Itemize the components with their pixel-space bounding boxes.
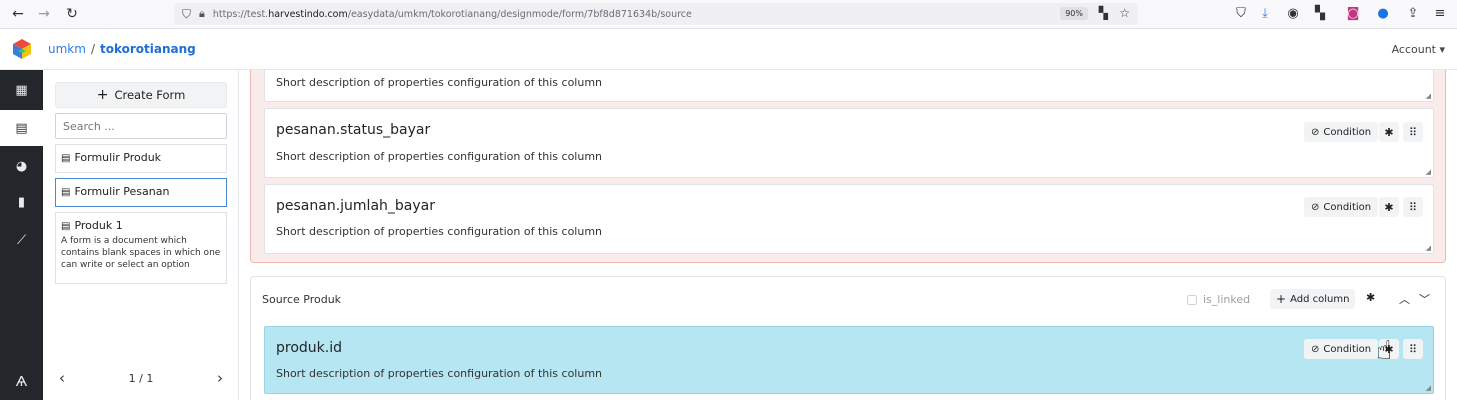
form-sidebar: + Create Form ▤Formulir Produk ▤Formulir… [43, 70, 239, 400]
lock-icon: 🔒︎ [199, 7, 205, 20]
resize-grip-icon[interactable]: ◢ [1426, 244, 1431, 252]
chevron-down-icon[interactable]: ﹀ [1419, 291, 1430, 307]
download-icon[interactable]: ⤓ [1256, 6, 1274, 21]
form-list-icon: ▤ [61, 153, 71, 164]
breadcrumb: umkm / tokorotianang [48, 42, 196, 56]
drag-handle-icon[interactable]: ⠿ [1403, 122, 1423, 142]
column-description: Short description of properties configur… [276, 225, 603, 238]
search-input[interactable] [55, 113, 227, 139]
next-page-button[interactable]: › [217, 369, 223, 387]
column-description: Short description of properties configur… [276, 76, 603, 89]
column-card[interactable]: produk.id Short description of propertie… [264, 326, 1434, 394]
page-indicator: 1 / 1 [128, 371, 154, 385]
is-linked-label: is_linked [1203, 293, 1251, 306]
column-card[interactable]: Short description of properties configur… [264, 70, 1434, 102]
main-content: Short description of properties configur… [240, 70, 1457, 400]
check-circle-icon: ⊘ [1311, 201, 1320, 213]
column-name: pesanan.status_bayar [276, 122, 431, 138]
checkbox-box[interactable] [1187, 294, 1197, 305]
form-title: Produk 1 [74, 219, 123, 232]
grid-icon[interactable]: ▚ [1311, 6, 1329, 21]
form-icon[interactable]: ▤ [0, 110, 43, 146]
pocket-icon[interactable]: ⛉ [1232, 6, 1250, 21]
shield-icon: ⛉ [182, 6, 192, 21]
condition-button[interactable]: ⊘ Condition [1304, 122, 1379, 142]
account-menu[interactable]: Account ▾ [1392, 43, 1445, 56]
breadcrumb-org-link[interactable]: umkm [48, 42, 86, 56]
column-description: Short description of properties configur… [276, 150, 603, 163]
check-circle-icon: ⊘ [1311, 343, 1320, 355]
column-description: Short description of properties configur… [276, 367, 603, 380]
gear-icon[interactable]: ✱ [1379, 122, 1399, 142]
form-title: Formulir Pesanan [74, 185, 170, 198]
app-logo-icon[interactable] [12, 38, 32, 60]
menu-icon[interactable]: ≡ [1431, 6, 1449, 21]
url-bar[interactable]: ⛉ 🔒︎ https://test.harvestindo.com/easyda… [174, 3, 1138, 25]
back-icon[interactable]: ← [7, 3, 29, 25]
plus-icon: + [96, 87, 109, 103]
form-list-icon: ▤ [61, 221, 71, 232]
add-column-label: Add column [1290, 293, 1350, 305]
resize-grip-icon[interactable]: ◢ [1426, 384, 1431, 392]
browser-toolbar: ← → ↻ ⛉ 🔒︎ https://test.harvestindo.com/… [0, 0, 1457, 29]
drag-handle-icon[interactable]: ⠿ [1403, 339, 1423, 359]
condition-button[interactable]: ⊘ Condition [1304, 197, 1379, 217]
hand-cursor-icon: ☝ [1376, 336, 1392, 366]
extension-icon[interactable]: ▚ [1099, 6, 1108, 20]
form-list-item[interactable]: ▤ Produk 1 A form is a document which con… [55, 212, 227, 284]
column-name: produk.id [276, 340, 342, 356]
settings-tools-icon[interactable]: Ѧ [0, 364, 43, 400]
is-linked-checkbox[interactable]: is_linked [1187, 293, 1250, 306]
bookmark-star-icon[interactable]: ☆ [1119, 6, 1130, 20]
check-circle-icon: ⊘ [1311, 126, 1320, 138]
pagination: ‹ 1 / 1 › [55, 368, 227, 388]
form-list-item[interactable]: ▤ Formulir Pesanan [55, 178, 227, 207]
condition-button[interactable]: ⊘ Condition [1304, 339, 1379, 359]
plus-icon: + [1276, 292, 1287, 306]
zoom-badge[interactable]: 90% [1060, 7, 1088, 20]
form-description: A form is a document which contains blan… [61, 236, 221, 270]
condition-label: Condition [1323, 201, 1372, 213]
resize-grip-icon[interactable]: ◢ [1426, 168, 1431, 176]
source-title: Source Produk [262, 293, 342, 306]
drag-handle-icon[interactable]: ⠿ [1403, 197, 1423, 217]
add-column-button[interactable]: + Add column [1270, 289, 1356, 309]
form-list-icon: ▤ [61, 187, 71, 198]
breadcrumb-separator: / [90, 42, 95, 56]
column-name: pesanan.jumlah_bayar [276, 198, 435, 214]
breadcrumb-app-link[interactable]: tokorotianang [100, 42, 196, 56]
share-icon[interactable]: ⇪ [1404, 6, 1422, 21]
line-chart-icon[interactable]: ⟋ [0, 222, 43, 258]
create-form-label: Create Form [114, 88, 186, 102]
table-icon[interactable]: ▦ [0, 72, 43, 108]
url-text: https://test.harvestindo.com/easydata/um… [212, 8, 692, 20]
pie-chart-icon[interactable]: ◕ [0, 148, 43, 184]
color-addon-icon[interactable]: ◙ [1344, 6, 1362, 21]
bar-chart-icon[interactable]: ▮ [0, 184, 43, 220]
prev-page-button[interactable]: ‹ [59, 369, 65, 387]
column-card[interactable]: pesanan.jumlah_bayar Short description o… [264, 184, 1434, 254]
form-title: Formulir Produk [74, 151, 162, 164]
condition-label: Condition [1323, 343, 1372, 355]
left-rail: ▦ ▤ ◕ ▮ ⟋ Ѧ [0, 70, 43, 400]
globe-addon-icon[interactable]: ● [1374, 6, 1392, 21]
reload-icon[interactable]: ↻ [61, 3, 83, 25]
create-form-button[interactable]: + Create Form [55, 82, 227, 108]
chevron-up-icon[interactable]: ︿ [1399, 291, 1410, 307]
app-header: umkm / tokorotianang Account ▾ [0, 30, 1457, 70]
gear-icon[interactable]: ✱ [1366, 291, 1375, 304]
form-list-item[interactable]: ▤ Formulir Produk [55, 144, 227, 173]
condition-label: Condition [1323, 126, 1372, 138]
gear-icon[interactable]: ✱ [1379, 197, 1399, 217]
forward-icon[interactable]: → [33, 3, 55, 25]
addon-icon[interactable]: ◉ [1284, 6, 1302, 21]
resize-grip-icon[interactable]: ◢ [1426, 92, 1431, 100]
column-card[interactable]: pesanan.status_bayar Short description o… [264, 108, 1434, 178]
